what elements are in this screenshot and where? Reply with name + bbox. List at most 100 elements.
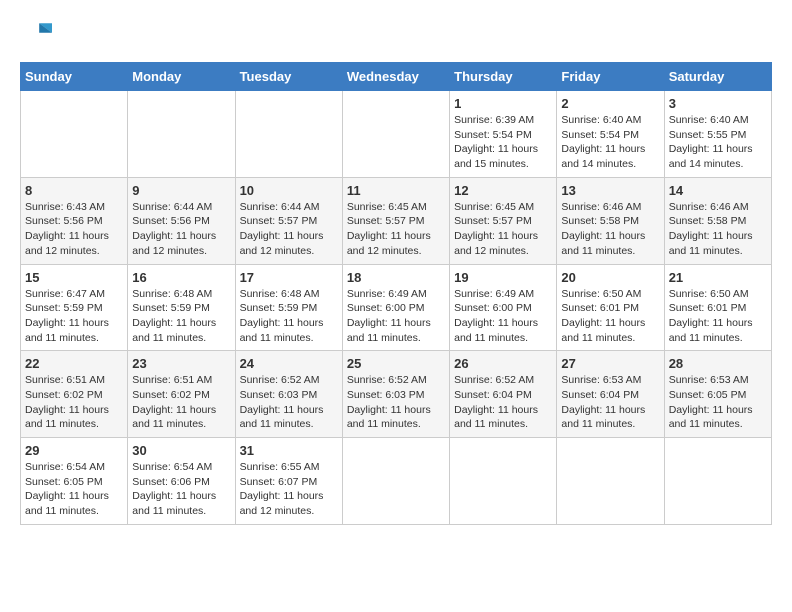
day-number: 8 bbox=[25, 183, 123, 198]
day-info: Sunrise: 6:40 AMSunset: 5:55 PMDaylight:… bbox=[669, 113, 767, 172]
header-saturday: Saturday bbox=[664, 63, 771, 91]
header-monday: Monday bbox=[128, 63, 235, 91]
day-info: Sunrise: 6:44 AMSunset: 5:57 PMDaylight:… bbox=[240, 200, 338, 259]
header-friday: Friday bbox=[557, 63, 664, 91]
day-number: 21 bbox=[669, 270, 767, 285]
day-cell: 14 Sunrise: 6:46 AMSunset: 5:58 PMDayligh… bbox=[664, 177, 771, 264]
day-number: 28 bbox=[669, 356, 767, 371]
day-info: Sunrise: 6:46 AMSunset: 5:58 PMDaylight:… bbox=[669, 200, 767, 259]
header-tuesday: Tuesday bbox=[235, 63, 342, 91]
day-info: Sunrise: 6:53 AMSunset: 6:05 PMDaylight:… bbox=[669, 373, 767, 432]
day-cell bbox=[557, 438, 664, 525]
header-wednesday: Wednesday bbox=[342, 63, 449, 91]
day-number: 23 bbox=[132, 356, 230, 371]
day-cell: 16 Sunrise: 6:48 AMSunset: 5:59 PMDayligh… bbox=[128, 264, 235, 351]
day-cell: 30 Sunrise: 6:54 AMSunset: 6:06 PMDayligh… bbox=[128, 438, 235, 525]
day-cell: 29 Sunrise: 6:54 AMSunset: 6:05 PMDayligh… bbox=[21, 438, 128, 525]
day-info: Sunrise: 6:52 AMSunset: 6:03 PMDaylight:… bbox=[240, 373, 338, 432]
day-info: Sunrise: 6:52 AMSunset: 6:03 PMDaylight:… bbox=[347, 373, 445, 432]
day-info: Sunrise: 6:50 AMSunset: 6:01 PMDaylight:… bbox=[561, 287, 659, 346]
day-cell: 12 Sunrise: 6:45 AMSunset: 5:57 PMDayligh… bbox=[450, 177, 557, 264]
day-number: 22 bbox=[25, 356, 123, 371]
day-info: Sunrise: 6:52 AMSunset: 6:04 PMDaylight:… bbox=[454, 373, 552, 432]
day-cell: 15 Sunrise: 6:47 AMSunset: 5:59 PMDayligh… bbox=[21, 264, 128, 351]
day-cell bbox=[235, 91, 342, 178]
day-number: 14 bbox=[669, 183, 767, 198]
day-info: Sunrise: 6:51 AMSunset: 6:02 PMDaylight:… bbox=[132, 373, 230, 432]
day-cell: 9Sunrise: 6:44 AMSunset: 5:56 PMDaylight… bbox=[128, 177, 235, 264]
day-info: Sunrise: 6:53 AMSunset: 6:04 PMDaylight:… bbox=[561, 373, 659, 432]
day-cell: 10 Sunrise: 6:44 AMSunset: 5:57 PMDayligh… bbox=[235, 177, 342, 264]
calendar-table: SundayMondayTuesdayWednesdayThursdayFrid… bbox=[20, 62, 772, 525]
day-cell: 25 Sunrise: 6:52 AMSunset: 6:03 PMDayligh… bbox=[342, 351, 449, 438]
day-cell bbox=[342, 438, 449, 525]
day-cell: 28 Sunrise: 6:53 AMSunset: 6:05 PMDayligh… bbox=[664, 351, 771, 438]
day-info: Sunrise: 6:47 AMSunset: 5:59 PMDaylight:… bbox=[25, 287, 123, 346]
day-cell: 24 Sunrise: 6:52 AMSunset: 6:03 PMDayligh… bbox=[235, 351, 342, 438]
day-number: 11 bbox=[347, 183, 445, 198]
day-cell bbox=[450, 438, 557, 525]
logo bbox=[20, 20, 56, 52]
day-number: 29 bbox=[25, 443, 123, 458]
day-cell: 18 Sunrise: 6:49 AMSunset: 6:00 PMDayligh… bbox=[342, 264, 449, 351]
day-info: Sunrise: 6:50 AMSunset: 6:01 PMDaylight:… bbox=[669, 287, 767, 346]
day-cell: 21 Sunrise: 6:50 AMSunset: 6:01 PMDayligh… bbox=[664, 264, 771, 351]
day-number: 27 bbox=[561, 356, 659, 371]
day-info: Sunrise: 6:51 AMSunset: 6:02 PMDaylight:… bbox=[25, 373, 123, 432]
day-cell: 23 Sunrise: 6:51 AMSunset: 6:02 PMDayligh… bbox=[128, 351, 235, 438]
day-number: 20 bbox=[561, 270, 659, 285]
day-cell: 3Sunrise: 6:40 AMSunset: 5:55 PMDaylight… bbox=[664, 91, 771, 178]
header-thursday: Thursday bbox=[450, 63, 557, 91]
day-cell: 8 Sunrise: 6:43 AMSunset: 5:56 PMDaylight… bbox=[21, 177, 128, 264]
day-info: Sunrise: 6:39 AMSunset: 5:54 PMDaylight:… bbox=[454, 113, 552, 172]
day-info: Sunrise: 6:48 AMSunset: 5:59 PMDaylight:… bbox=[132, 287, 230, 346]
day-cell bbox=[342, 91, 449, 178]
week-row-1: 1 Sunrise: 6:39 AMSunset: 5:54 PMDaylight… bbox=[21, 91, 772, 178]
day-number: 31 bbox=[240, 443, 338, 458]
day-cell: 31Sunrise: 6:55 AMSunset: 6:07 PMDayligh… bbox=[235, 438, 342, 525]
day-cell: 1 Sunrise: 6:39 AMSunset: 5:54 PMDaylight… bbox=[450, 91, 557, 178]
day-number: 16 bbox=[132, 270, 230, 285]
day-info: Sunrise: 6:40 AMSunset: 5:54 PMDaylight:… bbox=[561, 113, 659, 172]
day-info: Sunrise: 6:54 AMSunset: 6:06 PMDaylight:… bbox=[132, 460, 230, 519]
day-number: 24 bbox=[240, 356, 338, 371]
day-number: 18 bbox=[347, 270, 445, 285]
week-row-2: 8 Sunrise: 6:43 AMSunset: 5:56 PMDaylight… bbox=[21, 177, 772, 264]
day-cell: 2 Sunrise: 6:40 AMSunset: 5:54 PMDaylight… bbox=[557, 91, 664, 178]
day-number: 17 bbox=[240, 270, 338, 285]
day-number: 13 bbox=[561, 183, 659, 198]
day-cell: 13 Sunrise: 6:46 AMSunset: 5:58 PMDayligh… bbox=[557, 177, 664, 264]
week-row-4: 22 Sunrise: 6:51 AMSunset: 6:02 PMDayligh… bbox=[21, 351, 772, 438]
day-info: Sunrise: 6:49 AMSunset: 6:00 PMDaylight:… bbox=[347, 287, 445, 346]
day-info: Sunrise: 6:54 AMSunset: 6:05 PMDaylight:… bbox=[25, 460, 123, 519]
day-info: Sunrise: 6:45 AMSunset: 5:57 PMDaylight:… bbox=[347, 200, 445, 259]
day-cell: 20 Sunrise: 6:50 AMSunset: 6:01 PMDayligh… bbox=[557, 264, 664, 351]
day-number: 12 bbox=[454, 183, 552, 198]
day-info: Sunrise: 6:49 AMSunset: 6:00 PMDaylight:… bbox=[454, 287, 552, 346]
day-number: 19 bbox=[454, 270, 552, 285]
week-row-3: 15 Sunrise: 6:47 AMSunset: 5:59 PMDayligh… bbox=[21, 264, 772, 351]
day-cell bbox=[128, 91, 235, 178]
page-header bbox=[20, 20, 772, 52]
day-info: Sunrise: 6:48 AMSunset: 5:59 PMDaylight:… bbox=[240, 287, 338, 346]
week-row-5: 29 Sunrise: 6:54 AMSunset: 6:05 PMDayligh… bbox=[21, 438, 772, 525]
day-number: 30 bbox=[132, 443, 230, 458]
day-number: 15 bbox=[25, 270, 123, 285]
day-cell: 19 Sunrise: 6:49 AMSunset: 6:00 PMDayligh… bbox=[450, 264, 557, 351]
day-number: 25 bbox=[347, 356, 445, 371]
header-sunday: Sunday bbox=[21, 63, 128, 91]
day-cell: 17 Sunrise: 6:48 AMSunset: 5:59 PMDayligh… bbox=[235, 264, 342, 351]
day-number: 1 bbox=[454, 96, 552, 111]
day-info: Sunrise: 6:43 AMSunset: 5:56 PMDaylight:… bbox=[25, 200, 123, 259]
day-cell bbox=[664, 438, 771, 525]
day-number: 9 bbox=[132, 183, 230, 198]
day-info: Sunrise: 6:45 AMSunset: 5:57 PMDaylight:… bbox=[454, 200, 552, 259]
day-number: 2 bbox=[561, 96, 659, 111]
day-cell: 27 Sunrise: 6:53 AMSunset: 6:04 PMDayligh… bbox=[557, 351, 664, 438]
day-info: Sunrise: 6:46 AMSunset: 5:58 PMDaylight:… bbox=[561, 200, 659, 259]
logo-icon bbox=[20, 20, 52, 52]
day-number: 10 bbox=[240, 183, 338, 198]
header-row: SundayMondayTuesdayWednesdayThursdayFrid… bbox=[21, 63, 772, 91]
day-cell bbox=[21, 91, 128, 178]
day-cell: 11 Sunrise: 6:45 AMSunset: 5:57 PMDayligh… bbox=[342, 177, 449, 264]
